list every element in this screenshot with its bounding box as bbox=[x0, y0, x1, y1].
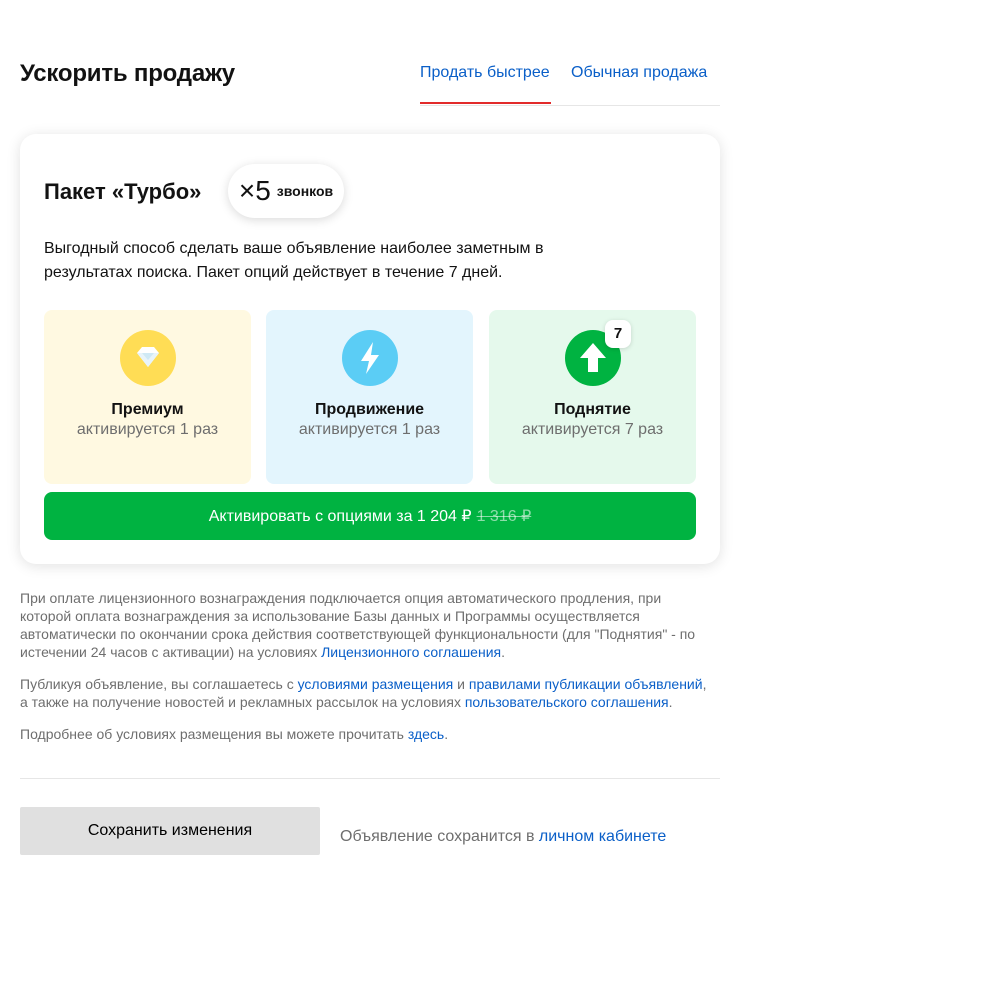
option-promotion: Продвижение активируется 1 раз bbox=[266, 310, 473, 484]
calls-multiplier-badge: ×5 звонков bbox=[228, 164, 344, 218]
tab-sell-faster[interactable]: Продать быстрее bbox=[420, 64, 551, 104]
more-info-end: . bbox=[444, 726, 449, 742]
activate-turbo-button[interactable]: Активировать с опциями за 1 204 ₽ 1 316 … bbox=[44, 492, 696, 540]
page-title: Ускорить продажу bbox=[20, 60, 235, 87]
option-premium-subtitle: активируется 1 раз bbox=[76, 421, 219, 438]
calls-label: звонков bbox=[276, 183, 334, 199]
auto-renewal-end: . bbox=[501, 644, 505, 660]
more-info-here-link[interactable]: здесь bbox=[408, 726, 444, 742]
footer-divider bbox=[20, 778, 720, 779]
publication-terms-notice: Публикуя объявление, вы соглашаетесь с у… bbox=[20, 675, 710, 711]
old-price: 1 316 ₽ bbox=[476, 508, 532, 525]
option-promotion-subtitle: активируется 1 раз bbox=[298, 421, 441, 438]
lightning-icon bbox=[342, 330, 398, 386]
calls-multiplier: ×5 bbox=[238, 175, 271, 206]
lift-count-badge: 7 bbox=[605, 320, 631, 348]
save-changes-button[interactable]: Сохранить изменения bbox=[20, 807, 320, 855]
option-premium-name: Премиум bbox=[111, 401, 184, 418]
save-location-note: Объявление сохранится в личном кабинете bbox=[340, 828, 666, 846]
diamond-icon bbox=[120, 330, 176, 386]
option-lift-name: Поднятие bbox=[554, 401, 631, 418]
publication-terms-text: Публикуя объявление, вы соглашаетесь с bbox=[20, 676, 298, 692]
turbo-package-description: Выгодный способ сделать ваше объявление … bbox=[44, 240, 544, 281]
option-lift-subtitle: активируется 7 раз bbox=[521, 421, 664, 438]
publication-terms-end: . bbox=[668, 694, 673, 710]
more-info-notice: Подробнее об условиях размещения вы може… bbox=[20, 725, 710, 743]
sale-mode-tabs: Продать быстрее Обычная продажа bbox=[420, 52, 720, 106]
turbo-package-card: Пакет «Турбо» ×5 звонков Выгодный способ… bbox=[20, 134, 720, 564]
turbo-package-title: Пакет «Турбо» bbox=[44, 179, 202, 204]
save-note-text: Объявление сохранится в bbox=[340, 828, 539, 845]
placement-conditions-link[interactable]: условиями размещения bbox=[298, 676, 454, 692]
tab-regular-sale[interactable]: Обычная продажа bbox=[571, 64, 707, 104]
option-lift: 7 Поднятие активируется 7 раз bbox=[489, 310, 696, 484]
option-promotion-name: Продвижение bbox=[314, 401, 425, 418]
publication-terms-and: и bbox=[453, 676, 469, 692]
auto-renewal-notice: При оплате лицензионного вознаграждения … bbox=[20, 589, 710, 661]
user-agreement-link[interactable]: пользовательского соглашения bbox=[465, 694, 669, 710]
publication-rules-link[interactable]: правилами публикации объявлений bbox=[469, 676, 703, 692]
personal-account-link[interactable]: личном кабинете bbox=[539, 828, 666, 845]
activate-button-label: Активировать с опциями за 1 204 ₽ bbox=[208, 508, 472, 525]
more-info-text: Подробнее об условиях размещения вы може… bbox=[20, 726, 408, 742]
option-premium: Премиум активируется 1 раз bbox=[44, 310, 251, 484]
license-agreement-link[interactable]: Лицензионного соглашения bbox=[321, 644, 501, 660]
